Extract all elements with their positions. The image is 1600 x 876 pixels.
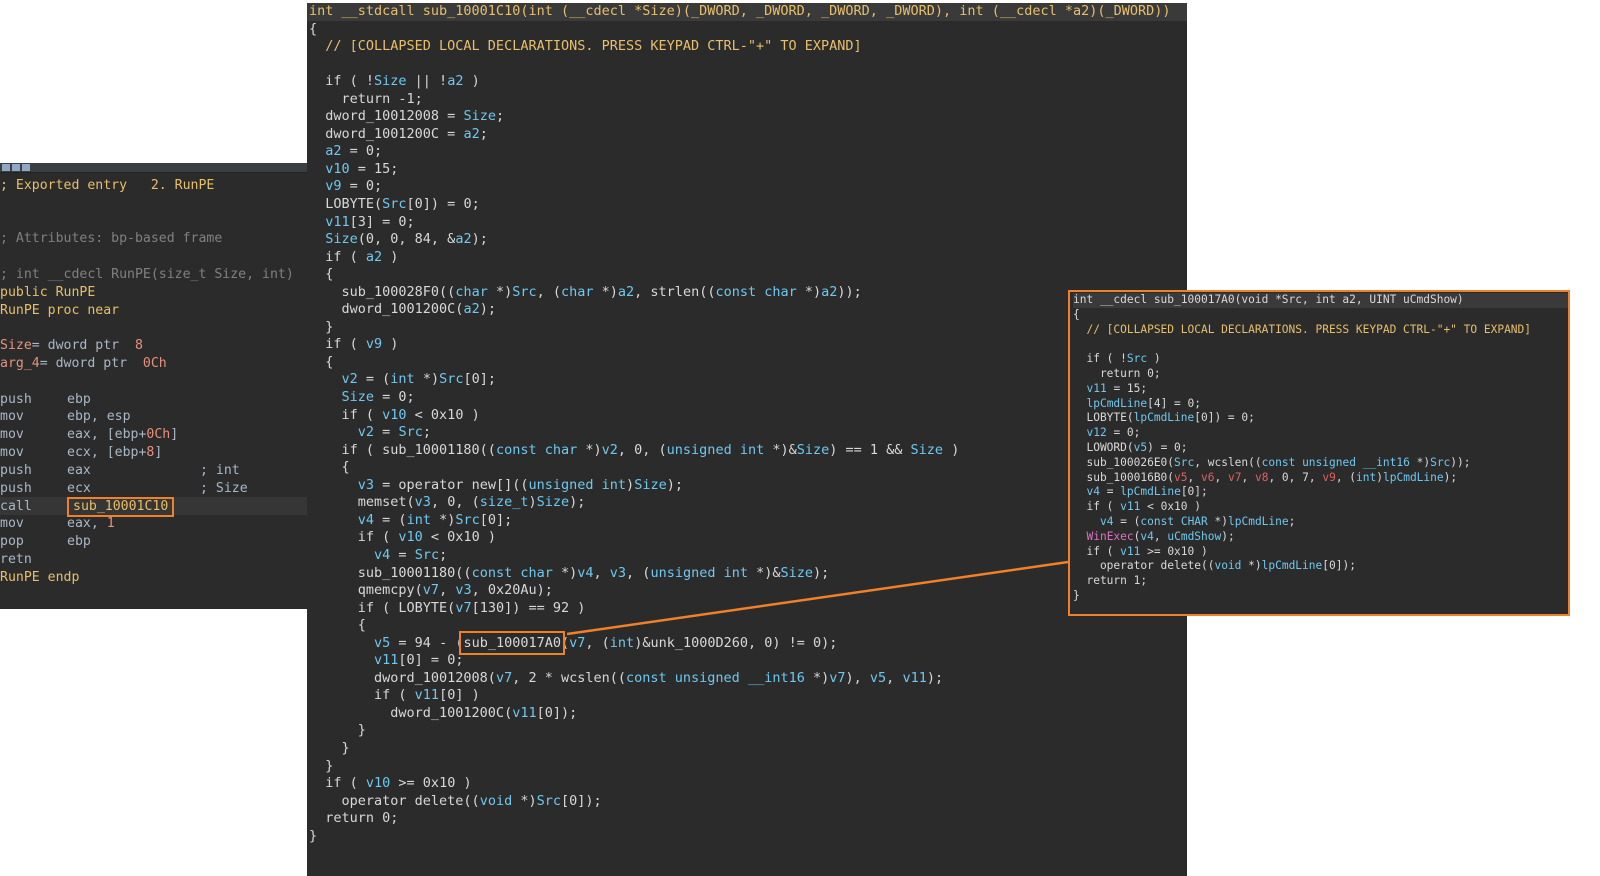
pseudocode-line: v11[3] = 0;: [325, 213, 415, 230]
instruction-row[interactable]: mov eax, 1: [0, 515, 312, 533]
pseudocode-line: v2 = (int *)Src[0];: [341, 371, 496, 388]
pseudocode-panel[interactable]: int __stdcall sub_10001C10(int (__cdecl …: [307, 3, 1187, 876]
pseudocode-line: dword_1001200C = a2;: [309, 125, 488, 142]
callee-line: LOWORD(v5) = 0;: [1073, 440, 1188, 454]
callee-line: return 1;: [1073, 574, 1148, 588]
callee-line: if ( v11 >= 0x10 ): [1073, 544, 1208, 558]
stack-var-arg4: arg_4= dword ptr 0Ch: [0, 355, 167, 371]
callee-line: lpCmdLine[4] = 0;: [1086, 396, 1201, 410]
pseudocode-line: if ( v10 < 0x10 ): [309, 406, 480, 423]
instruction-row[interactable]: pop ebp: [0, 533, 312, 551]
public-directive: public RunPE: [0, 284, 96, 300]
instruction-row[interactable]: push ecx; Size: [0, 480, 312, 498]
pseudocode-line: if ( v9 ): [309, 336, 399, 353]
callee-line: operator delete((void *)lpCmdLine[0]);: [1073, 559, 1356, 573]
pseudocode-line: sub_10001180((const char *)v4, v3, (unsi…: [309, 564, 830, 581]
pseudocode-line: {: [309, 459, 350, 476]
instruction-row[interactable]: mov ecx, [ebp+8]: [0, 444, 312, 462]
pseudocode-line: v4 = (int *)Src[0];: [357, 511, 513, 528]
callee-line: // [COLLAPSED LOCAL DECLARATIONS. PRESS …: [1073, 322, 1532, 336]
stack-var-size: Size= dword ptr 8: [0, 338, 143, 354]
pseudocode-line: memset(v3, 0, (size_t)Size);: [309, 494, 586, 511]
instruction-row[interactable]: mov ebp, esp: [0, 408, 312, 426]
callee-line: v4 = (const CHAR *)lpCmdLine;: [1099, 514, 1296, 528]
pseudocode-line: v11[0] = 0;: [374, 652, 464, 669]
callee-line: LOBYTE(lpCmdLine[0]) = 0;: [1073, 411, 1255, 425]
pseudocode-line: }: [309, 318, 334, 335]
pseudocode-line: }: [309, 757, 334, 774]
disassembly-panel[interactable]: ; Exported entry 2. RunPE ; Attributes: …: [0, 163, 312, 609]
pseudocode-line: v3 = operator new[]((unsigned int)Size);: [357, 476, 683, 493]
pseudocode-line: sub_100028F0((char *)Src, (char *)a2, st…: [309, 283, 862, 300]
disassembly-listing: ; Exported entry 2. RunPE ; Attributes: …: [0, 177, 312, 586]
toolbar-icon[interactable]: [12, 164, 20, 171]
pseudocode-line: if ( a2 ): [309, 248, 399, 265]
pseudocode-line: Size = 0;: [341, 389, 415, 406]
pseudocode-line: }: [309, 827, 318, 844]
prototype-comment: ; int __cdecl RunPE(size_t Size, int): [0, 266, 294, 282]
instruction-row[interactable]: push eax; int: [0, 462, 312, 480]
pseudocode-line: operator delete((void *)Src[0]);: [309, 792, 602, 809]
pseudocode-line: if ( v10 >= 0x10 ): [309, 775, 472, 792]
pseudocode-line: [307, 56, 1187, 74]
callee-line: if ( !Src ): [1073, 352, 1161, 366]
pseudocode-line: dword_10012008(v7, 2 * wcslen((const uns…: [309, 669, 944, 686]
pseudocode-listing: int __stdcall sub_10001C10(int (__cdecl …: [307, 3, 1187, 845]
pseudocode-line: qmemcpy(v7, v3, 0x20Au);: [309, 582, 553, 599]
callee-line: if ( v11 < 0x10 ): [1073, 500, 1201, 514]
proc-directive: RunPE proc near: [0, 302, 120, 318]
instruction-row[interactable]: mov eax, [ebp+0Ch]: [0, 426, 312, 444]
pseudocode-line: LOBYTE(Src[0]) = 0;: [309, 196, 480, 213]
pseudocode-line: v4 = Src;: [374, 546, 448, 563]
pseudocode-line: // [COLLAPSED LOCAL DECLARATIONS. PRESS …: [309, 38, 862, 55]
pseudocode-line: {: [309, 20, 318, 37]
function-signature[interactable]: int __stdcall sub_10001C10(int (__cdecl …: [307, 3, 1187, 21]
toolbar-icon[interactable]: [22, 164, 30, 171]
callee-popup-panel[interactable]: int __cdecl sub_100017A0(void *Src, int …: [1068, 290, 1570, 616]
callee-line: {: [1073, 307, 1080, 321]
disassembly-toolbar: [0, 163, 312, 173]
instruction-row[interactable]: push ebp: [0, 391, 312, 409]
pseudocode-line: if ( v11[0] ): [309, 687, 480, 704]
callee-line: return 0;: [1073, 366, 1161, 380]
pseudocode-line: {: [309, 617, 366, 634]
pseudocode-line: dword_1001200C(v11[0]);: [309, 704, 578, 721]
pseudocode-line: return 0;: [309, 810, 399, 827]
callee-line: sub_100026E0(Src, wcslen((const unsigned…: [1073, 455, 1471, 469]
callee-line: v4 = lpCmdLine[0];: [1086, 485, 1208, 499]
callee-line: v12 = 0;: [1086, 426, 1141, 440]
pseudocode-line: }: [309, 739, 350, 756]
pseudocode-line: v2 = Src;: [357, 424, 431, 441]
callee-reference-highlight[interactable]: sub_100017A0: [459, 630, 565, 655]
callee-line: v11 = 15;: [1086, 381, 1148, 395]
pseudocode-line: dword_10012008 = Size;: [309, 108, 505, 125]
pseudocode-line: {: [309, 353, 334, 370]
pseudocode-line: if ( LOBYTE(v7[130]) == 92 ): [309, 599, 586, 616]
callee-listing: int __cdecl sub_100017A0(void *Src, int …: [1073, 293, 1568, 604]
attributes-comment: ; Attributes: bp-based frame: [0, 231, 223, 247]
pseudocode-line: if ( v10 < 0x10 ): [309, 529, 496, 546]
pseudocode-line: v9 = 0;: [325, 178, 383, 195]
callee-line: [1073, 337, 1568, 352]
instruction-row-call[interactable]: call sub_10001C10: [0, 497, 312, 518]
pseudocode-line: v10 = 15;: [325, 160, 399, 177]
instruction-row[interactable]: retn: [0, 551, 312, 569]
pseudocode-line: if ( sub_10001180((const char *)v2, 0, (…: [309, 441, 960, 458]
callee-line: }: [1073, 588, 1080, 602]
pseudocode-line: v5 = 94 - (sub_100017A0(v7, (int)&unk_10…: [374, 630, 838, 655]
endp-directive: RunPE endp: [0, 569, 80, 585]
callee-signature: int __cdecl sub_100017A0(void *Src, int …: [1073, 293, 1568, 308]
callee-line: WinExec(v4, uCmdShow);: [1086, 529, 1235, 543]
pseudocode-line: if ( !Size || !a2 ): [309, 73, 480, 90]
exported-entry-comment: ; Exported entry 2. RunPE: [0, 178, 215, 193]
callee-line: sub_100016B0(v5, v6, v7, v8, 0, 7, v9, (…: [1073, 470, 1458, 484]
pseudocode-line: {: [309, 266, 334, 283]
pseudocode-line: dword_1001200C(a2);: [309, 301, 496, 318]
pseudocode-line: a2 = 0;: [325, 143, 383, 160]
toolbar-icon[interactable]: [2, 164, 10, 171]
pseudocode-line: }: [309, 722, 366, 739]
pseudocode-line: Size(0, 0, 84, &a2);: [325, 231, 488, 248]
pseudocode-line: return -1;: [309, 90, 423, 107]
